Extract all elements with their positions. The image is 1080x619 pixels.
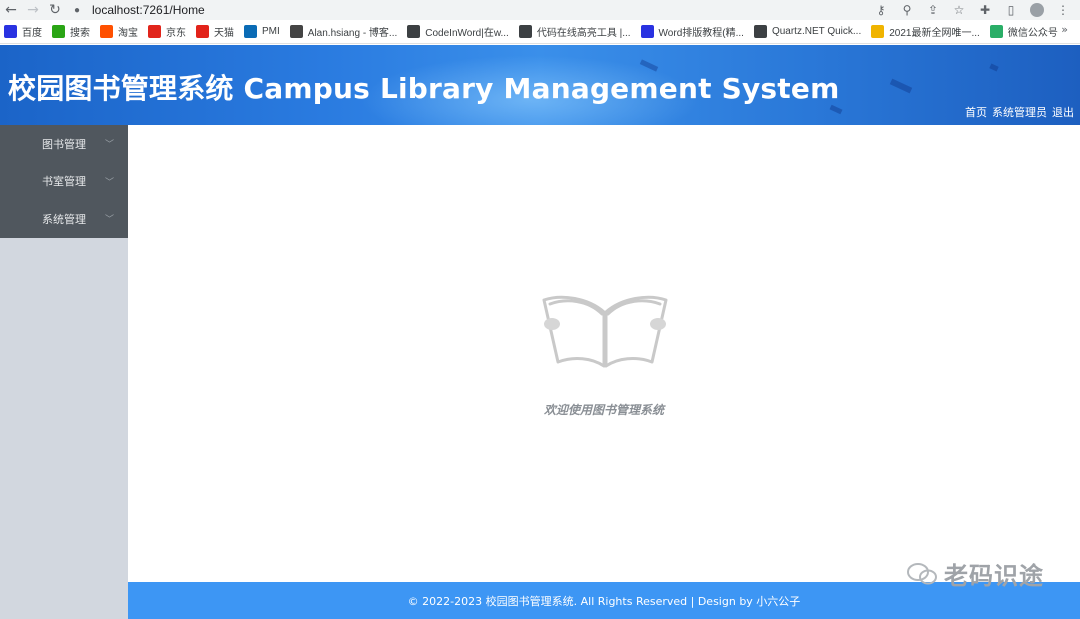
banner-decoration — [989, 63, 999, 72]
sidebar-item-book-management[interactable]: 图书管理 ﹀ — [0, 125, 128, 163]
bookmark-item[interactable]: 微信公众号 — [989, 22, 1058, 42]
bookmarks-more-icon[interactable]: » — [1061, 23, 1068, 36]
star-icon[interactable]: ☆ — [948, 0, 970, 20]
browser-toolbar: ← → ↻ ● localhost:7261/Home ⚷ ⚲ ⇪ ☆ ✚ ▯ … — [0, 0, 1080, 20]
quartz-icon — [753, 25, 767, 38]
sidebar-item-label: 系统管理 — [42, 212, 86, 226]
baidu-icon — [4, 25, 17, 38]
bookmark-item[interactable]: CodeInWord|在w... — [407, 22, 509, 42]
bookmark-label: 微信公众号 — [1007, 28, 1058, 39]
watermark-text: 老码识途 — [944, 562, 1044, 590]
bookmark-item[interactable]: 代码在线高亮工具 |... — [518, 22, 631, 42]
bookmark-label: 2021最新全网唯一... — [889, 28, 980, 39]
bookmarks-bar: 百度 搜索 淘宝 京东 天猫 PMI Alan.hsiang - 博客... CodeInWo… — [0, 20, 1080, 44]
pmi-icon — [244, 25, 257, 38]
banner-decoration — [889, 78, 913, 94]
bookmark-label: 搜索 — [70, 28, 90, 39]
zoom-icon[interactable]: ⚲ — [896, 0, 918, 20]
back-icon[interactable]: ← — [0, 0, 22, 20]
sidepanel-icon[interactable]: ▯ — [1000, 0, 1022, 20]
bookmark-label: Alan.hsiang - 博客... — [307, 28, 398, 39]
blog-icon — [289, 25, 303, 38]
bookmark-item[interactable]: PMI — [244, 22, 280, 42]
sidebar-item-label: 书室管理 — [42, 175, 86, 189]
bookmark-label: PMI — [262, 26, 280, 37]
baidu-icon — [640, 25, 654, 38]
address-bar[interactable]: ● localhost:7261/Home — [74, 1, 870, 19]
bookmark-item[interactable]: 2021最新全网唯一... — [871, 22, 980, 42]
open-book-icon — [542, 295, 668, 368]
bookmark-label: 京东 — [166, 28, 186, 39]
lock-icon[interactable]: ● — [74, 5, 86, 16]
profile-avatar[interactable] — [1030, 3, 1044, 17]
extensions-icon[interactable]: ✚ — [974, 0, 996, 20]
wechat-icon — [989, 25, 1003, 38]
bookmark-item[interactable]: 京东 — [148, 22, 186, 42]
bookmark-label: Quartz.NET Quick... — [771, 26, 862, 37]
reload-icon[interactable]: ↻ — [44, 0, 66, 20]
wechat-icon — [907, 562, 937, 584]
site-title: 校园图书管理系统 Campus Library Management Syste… — [8, 72, 840, 105]
main-content: 欢迎使用图书管理系统 — [128, 125, 1080, 582]
sidebar: 图书管理 ﹀ 书室管理 ﹀ 系统管理 ﹀ — [0, 125, 128, 619]
tmall-icon — [196, 25, 209, 38]
chevron-down-icon: ﹀ — [104, 215, 114, 226]
welcome-text: 欢迎使用图书管理系统 — [543, 403, 664, 417]
bookmark-label: Word排版教程(精... — [658, 28, 744, 39]
jd-icon — [148, 25, 161, 38]
home-link[interactable]: 首页 — [965, 104, 987, 120]
wechat-watermark: 老码识途 — [906, 556, 1044, 591]
bookmark-item[interactable]: Word排版教程(精... — [640, 22, 744, 42]
globe-icon — [518, 25, 532, 38]
logout-link[interactable]: 退出 — [1052, 104, 1074, 120]
globe-icon — [407, 25, 421, 38]
sidebar-item-system-management[interactable]: 系统管理 ﹀ — [0, 200, 128, 238]
menu-kebab-icon[interactable]: ⋮ — [1052, 0, 1074, 20]
taobao-icon — [100, 25, 113, 38]
bookmark-item[interactable]: 淘宝 — [100, 22, 138, 42]
bookmark-label: 代码在线高亮工具 |... — [536, 28, 631, 39]
bookmark-label: 百度 — [22, 28, 42, 39]
search-engine-icon — [52, 25, 65, 38]
admin-link[interactable]: 系统管理员 — [992, 104, 1047, 120]
bookmark-item[interactable]: 百度 — [4, 22, 42, 42]
key-icon[interactable]: ⚷ — [870, 0, 892, 20]
forward-icon[interactable]: → — [22, 0, 44, 20]
bookmark-label: 淘宝 — [118, 28, 138, 39]
top-nav: 首页 系统管理员 退出 — [965, 104, 1074, 120]
bookmark-item[interactable]: Alan.hsiang - 博客... — [289, 22, 398, 42]
cube-icon — [871, 25, 885, 38]
bookmark-label: 天猫 — [214, 28, 234, 39]
share-icon[interactable]: ⇪ — [922, 0, 944, 20]
footer-copyright: © 2022-2023 校园图书管理系统. All Rights Reserve… — [407, 594, 801, 608]
bookmark-item[interactable]: 天猫 — [196, 22, 234, 42]
chevron-down-icon: ﹀ — [104, 140, 114, 151]
bookmark-item[interactable]: Quartz.NET Quick... — [753, 22, 862, 42]
url-text: localhost:7261/Home — [92, 3, 205, 17]
bookmark-item[interactable]: 搜索 — [52, 22, 90, 42]
sidebar-item-room-management[interactable]: 书室管理 ﹀ — [0, 163, 128, 201]
sidebar-item-label: 图书管理 — [42, 137, 86, 151]
site-header: 校园图书管理系统 Campus Library Management Syste… — [0, 45, 1080, 125]
bookmark-label: CodeInWord|在w... — [425, 28, 509, 39]
chevron-down-icon: ﹀ — [104, 177, 114, 188]
sidebar-menu: 图书管理 ﹀ 书室管理 ﹀ 系统管理 ﹀ — [0, 125, 128, 238]
